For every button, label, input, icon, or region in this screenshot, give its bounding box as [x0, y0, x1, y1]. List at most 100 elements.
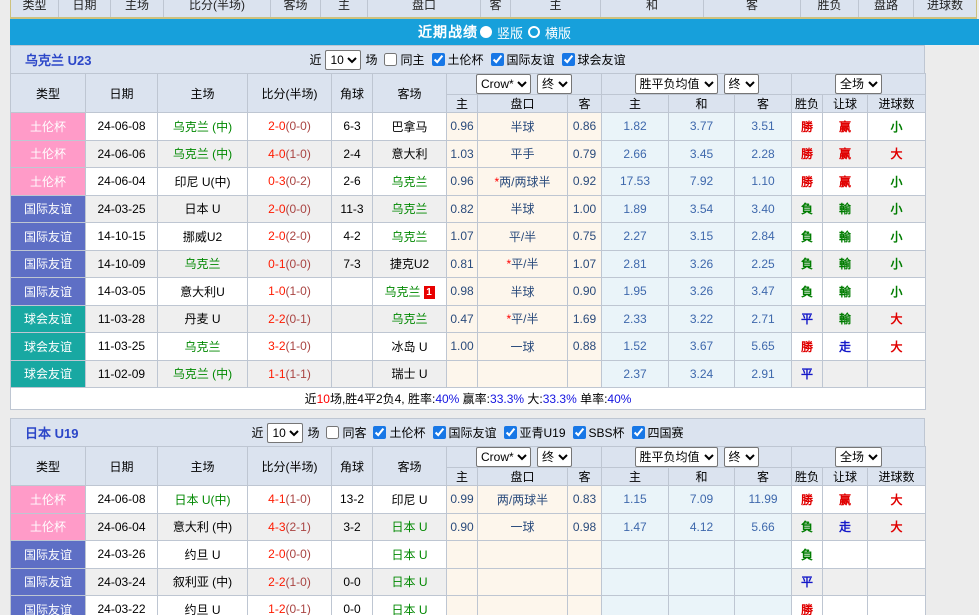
- euro-average-select[interactable]: 胜平负均值: [635, 74, 718, 94]
- halftime-score: (1-0): [286, 147, 311, 161]
- section-title[interactable]: 乌克兰 U23: [25, 50, 91, 69]
- match-date: 14-03-05: [86, 278, 158, 306]
- home-team-name: 约旦 U: [184, 548, 220, 562]
- match-date: 24-06-08: [86, 486, 158, 514]
- match-type: 土伦杯: [11, 513, 86, 541]
- home-team-name: 乌克兰 (中): [173, 147, 232, 161]
- league-checkbox[interactable]: [562, 53, 575, 66]
- handicap-result: 輸: [823, 250, 868, 278]
- match-date: 24-03-25: [86, 195, 158, 223]
- euro-home-odds: 1.52: [602, 333, 669, 361]
- euro-odds-group: 胜平负均值终: [602, 447, 792, 468]
- home-team: 叙利亚 (中): [158, 568, 248, 596]
- column-header: 盘路: [859, 0, 914, 18]
- match-type: 土伦杯: [11, 113, 86, 141]
- corners: [332, 333, 373, 361]
- euro-home-odds: [602, 568, 669, 596]
- home-team-name: 意大利 (中): [173, 520, 232, 534]
- fulltime-score: 1-2: [268, 602, 285, 615]
- score: 0-1(0-0): [248, 250, 332, 278]
- horizontal-layout-radio[interactable]: [528, 26, 540, 38]
- column-subheader: 客: [735, 95, 792, 113]
- handicap-line: [478, 596, 568, 615]
- win-draw-loss-result: 勝: [792, 140, 823, 168]
- league-checkbox[interactable]: [491, 53, 504, 66]
- odds-company-select[interactable]: Crow*: [476, 74, 531, 94]
- euro-period-select[interactable]: 终: [724, 74, 759, 94]
- away-team: 冰岛 U: [373, 333, 447, 361]
- league-label: 亚青U19: [520, 424, 566, 441]
- handicap-home-odds: [447, 596, 478, 615]
- euro-draw-odds: 3.54: [669, 195, 735, 223]
- rank-badge: 1: [424, 286, 435, 299]
- fulltime-score: 3-2: [268, 339, 285, 353]
- match-date: 24-03-22: [86, 596, 158, 615]
- page: 类型日期主场比分(半场)客场主盘口客主和客胜负盘路进球数 近期战绩 竖版 横版 …: [0, 0, 979, 615]
- column-header: 进球数: [914, 0, 976, 18]
- result-scope-select[interactable]: 全场: [835, 74, 882, 94]
- score: 2-0(2-0): [248, 223, 332, 251]
- euro-draw-odds: 3.67: [669, 333, 735, 361]
- euro-average-select[interactable]: 胜平负均值: [635, 447, 718, 467]
- league-checkbox[interactable]: [373, 426, 386, 439]
- section-title[interactable]: 日本 U19: [25, 423, 78, 442]
- league-label: 国际友谊: [507, 51, 555, 68]
- euro-away-odds: 11.99: [735, 486, 792, 514]
- column-header: 和: [601, 0, 704, 18]
- match-date: 24-06-04: [86, 168, 158, 196]
- recent-count-select[interactable]: 10: [325, 50, 361, 70]
- euro-draw-odds: 3.26: [669, 250, 735, 278]
- euro-draw-odds: 4.12: [669, 513, 735, 541]
- same-venue-checkbox[interactable]: [384, 53, 397, 66]
- over-under-result: 小: [868, 113, 926, 141]
- over-under-result: 大: [868, 513, 926, 541]
- handicap-result: 走: [823, 513, 868, 541]
- league-checkbox[interactable]: [632, 426, 645, 439]
- same-venue-checkbox[interactable]: [326, 426, 339, 439]
- euro-away-odds: [735, 541, 792, 569]
- summary-segment: 10: [317, 392, 330, 406]
- odds-company-select[interactable]: Crow*: [476, 447, 531, 467]
- match-date: 14-10-15: [86, 223, 158, 251]
- halftime-score: (0-0): [286, 202, 311, 216]
- halftime-score: (0-0): [286, 257, 311, 271]
- win-draw-loss-result: 負: [792, 250, 823, 278]
- handicap-text: 一球: [510, 520, 534, 534]
- away-team-name: 日本 U: [391, 575, 427, 589]
- column-header: 类型: [11, 74, 86, 113]
- euro-away-odds: 3.47: [735, 278, 792, 306]
- match-type: 国际友谊: [11, 596, 86, 615]
- halftime-score: (2-0): [286, 229, 311, 243]
- handicap-line: *平/半: [478, 250, 568, 278]
- league-checkbox[interactable]: [504, 426, 517, 439]
- vertical-layout-radio[interactable]: [480, 26, 492, 38]
- euro-home-odds: 17.53: [602, 168, 669, 196]
- match-date: 11-02-09: [86, 360, 158, 388]
- handicap-away-odds: [568, 596, 602, 615]
- over-under-result: 小: [868, 278, 926, 306]
- score: 2-0(0-0): [248, 195, 332, 223]
- league-checkbox[interactable]: [432, 53, 445, 66]
- away-team: 巴拿马: [373, 113, 447, 141]
- summary-text: 近10场,胜4平2负4, 胜率:40% 赢率:33.3% 大:33.3% 单率:…: [11, 388, 926, 410]
- odds-period-select[interactable]: 终: [537, 74, 572, 94]
- home-team: 乌克兰 (中): [158, 113, 248, 141]
- handicap-away-odds: 1.00: [568, 195, 602, 223]
- column-header: 盘口: [368, 0, 481, 18]
- result-scope-select[interactable]: 全场: [835, 447, 882, 467]
- recent-count-select[interactable]: 10: [267, 423, 303, 443]
- euro-period-select[interactable]: 终: [724, 447, 759, 467]
- score: 2-0(0-0): [248, 113, 332, 141]
- column-header: 角球: [332, 447, 373, 486]
- odds-period-select[interactable]: 终: [537, 447, 572, 467]
- league-checkbox[interactable]: [433, 426, 446, 439]
- section-ukraine-u23: 乌克兰 U23近10场同主土伦杯国际友谊球会友谊类型日期主场比分(半场)角球客场…: [10, 45, 925, 410]
- column-subheader: 盘口: [478, 468, 568, 486]
- column-subheader: 客: [568, 95, 602, 113]
- summary-segment: 赢率:: [459, 392, 490, 406]
- summary-segment: 33.3%: [543, 392, 577, 406]
- away-team-name: 乌克兰: [391, 312, 427, 326]
- league-checkbox[interactable]: [573, 426, 586, 439]
- away-team: 乌克兰: [373, 168, 447, 196]
- win-draw-loss-result: 負: [792, 513, 823, 541]
